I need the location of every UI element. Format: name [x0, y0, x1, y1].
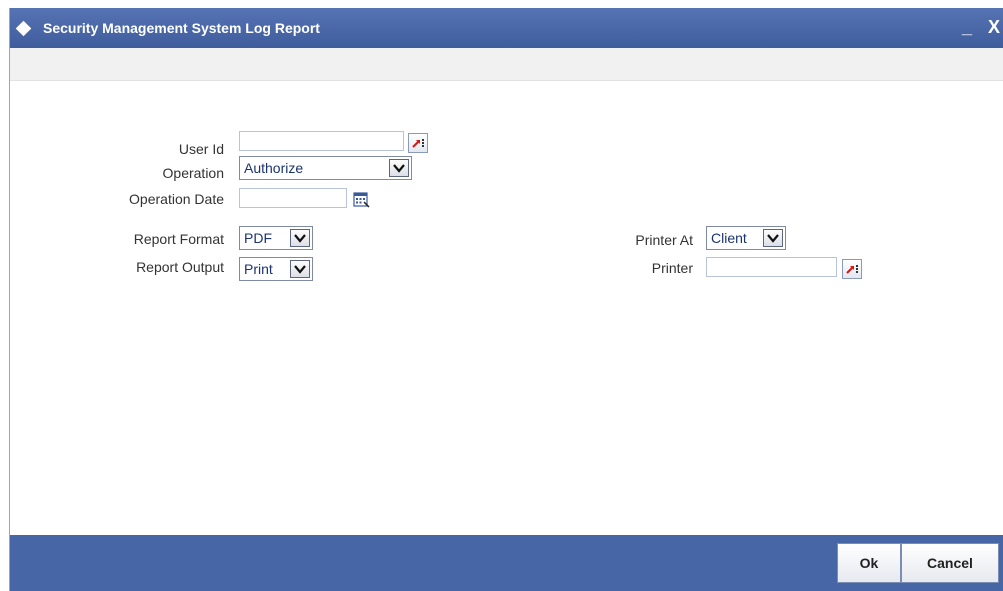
printer-at-label: Printer At — [635, 232, 693, 248]
toolbar-strip — [10, 48, 1003, 81]
cancel-button[interactable]: Cancel — [901, 543, 999, 583]
operation-select[interactable]: Authorize — [239, 156, 412, 180]
report-output-select[interactable]: Print — [239, 257, 313, 281]
chevron-down-icon — [290, 260, 310, 278]
printer-input[interactable] — [706, 257, 837, 277]
operation-label: Operation — [162, 165, 224, 181]
user-id-input[interactable] — [239, 131, 404, 151]
ok-button[interactable]: Ok — [837, 543, 901, 583]
report-format-label: Report Format — [133, 231, 224, 247]
close-button[interactable]: X — [988, 17, 1000, 37]
lov-arrow-icon — [846, 265, 858, 274]
operation-value: Authorize — [244, 160, 304, 176]
diamond-icon — [15, 20, 32, 37]
chevron-down-icon — [290, 229, 310, 247]
title-bar[interactable]: Security Management System Log Report _ … — [10, 8, 1003, 48]
calendar-icon — [353, 192, 370, 208]
lov-arrow-icon — [412, 139, 424, 148]
printer-at-select[interactable]: Client — [706, 226, 786, 250]
report-output-value: Print — [244, 261, 273, 277]
report-format-value: PDF — [244, 230, 272, 246]
chevron-down-icon — [763, 229, 783, 247]
report-output-label: Report Output — [136, 259, 224, 275]
printer-lov-button[interactable] — [842, 259, 862, 279]
user-id-lov-button[interactable] — [408, 133, 428, 153]
report-format-select[interactable]: PDF — [239, 226, 313, 250]
report-window: Security Management System Log Report _ … — [9, 8, 1003, 591]
operation-date-label: Operation Date — [129, 191, 224, 207]
printer-at-value: Client — [711, 230, 747, 246]
calendar-button[interactable] — [351, 189, 371, 209]
window-title: Security Management System Log Report — [43, 20, 320, 36]
operation-date-input[interactable] — [239, 188, 347, 208]
chevron-down-icon — [389, 159, 409, 177]
footer-bar: Ok Cancel — [10, 535, 1003, 591]
minimize-button[interactable]: _ — [962, 17, 972, 37]
printer-label: Printer — [651, 260, 693, 276]
user-id-label: User Id — [178, 141, 224, 157]
